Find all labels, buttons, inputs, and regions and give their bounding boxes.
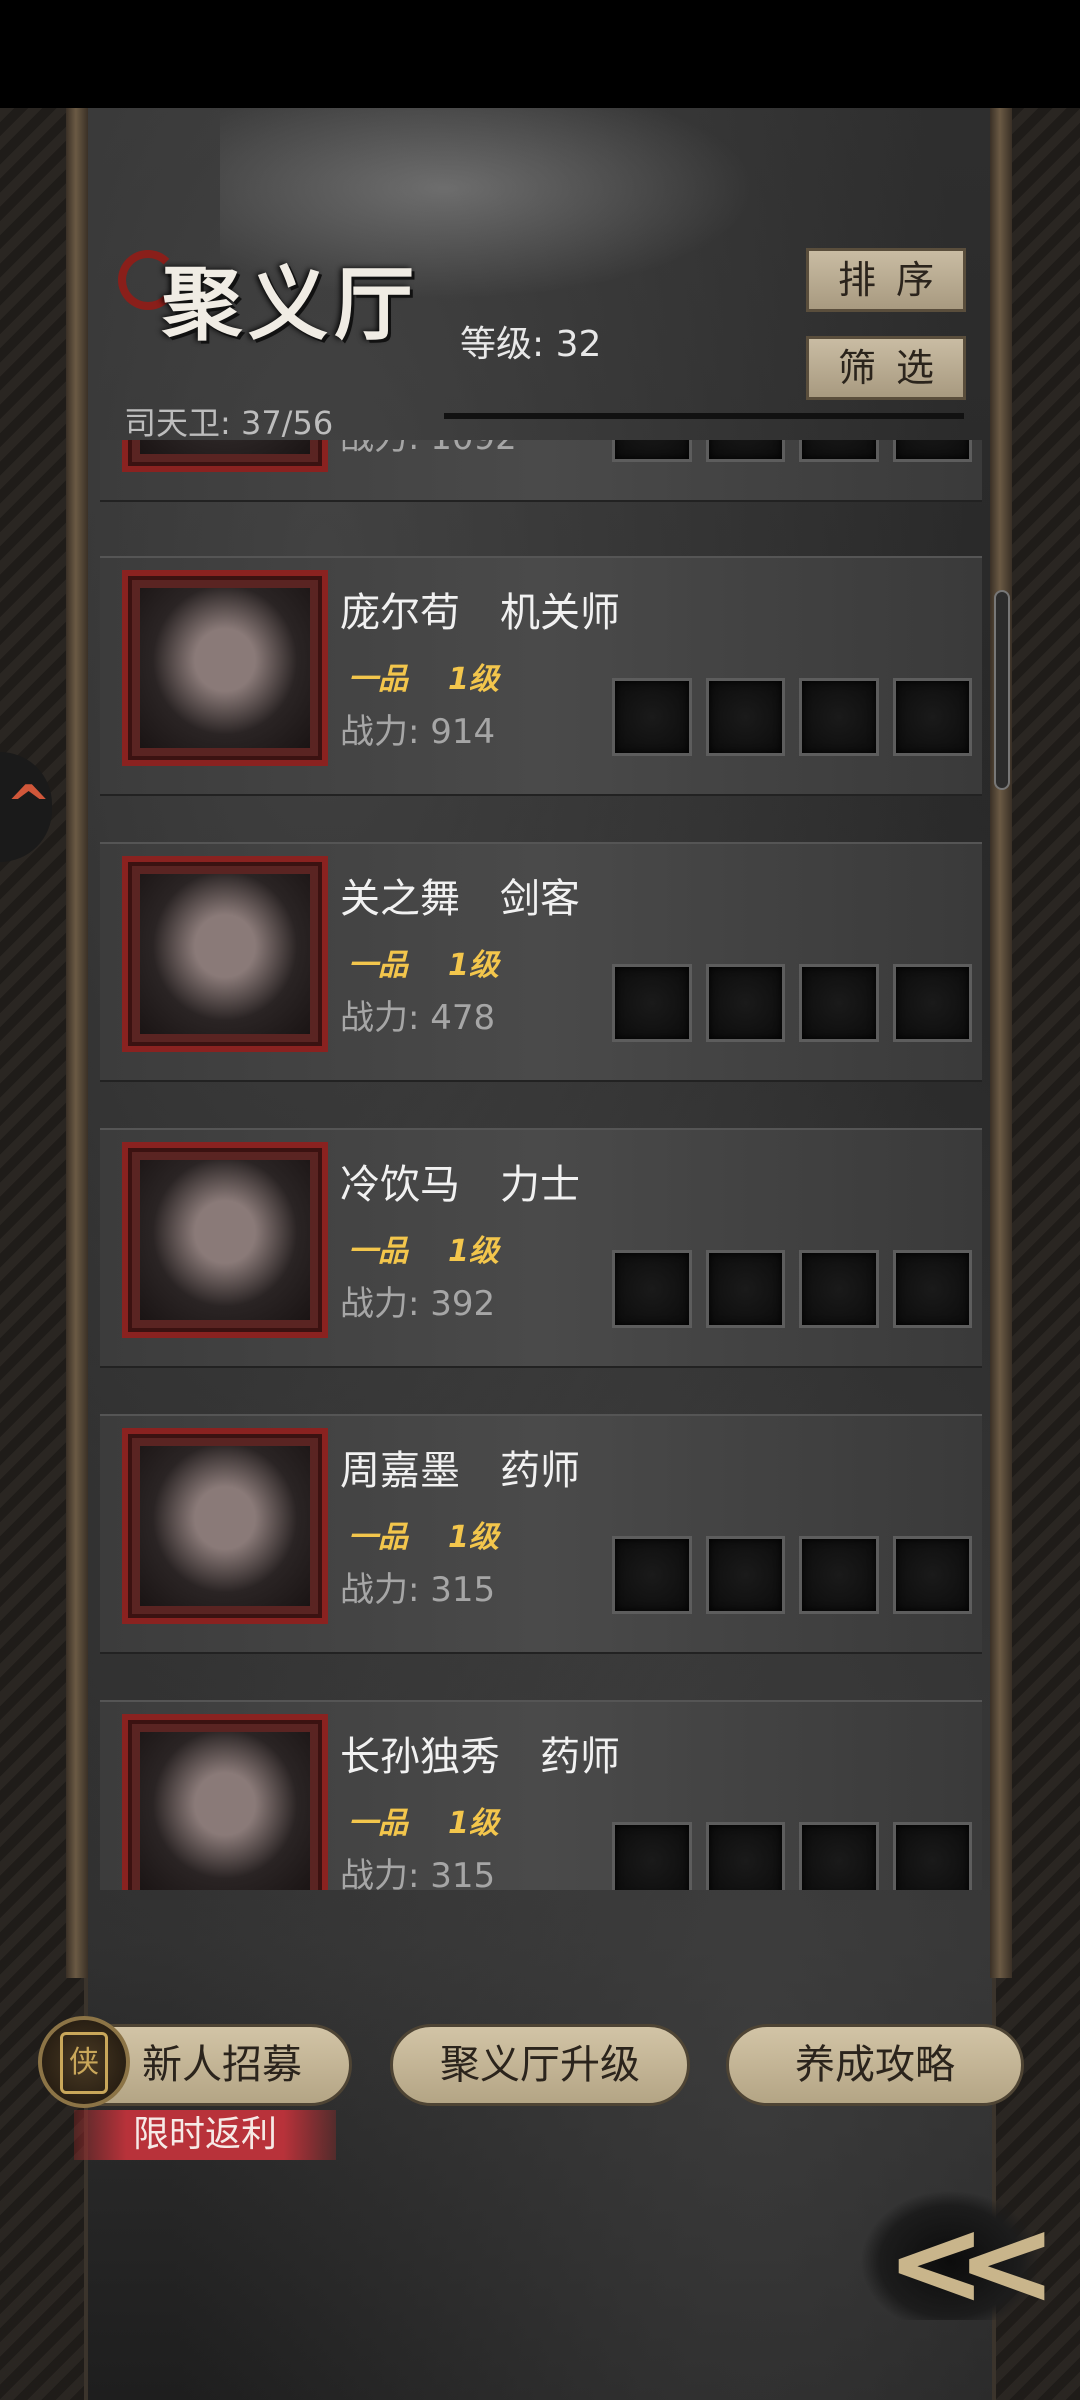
equipment-slots bbox=[612, 1822, 972, 1890]
promo-tag[interactable]: 限时返利 bbox=[74, 2110, 336, 2160]
hero-name: 关之舞 剑客 bbox=[340, 876, 580, 922]
hero-grade: 一品 bbox=[348, 662, 408, 697]
hero-portrait bbox=[122, 1714, 328, 1890]
hero-grade: 一品 bbox=[348, 1234, 408, 1269]
hero-card[interactable]: 关之舞 剑客 一品 1级 战力: 478 bbox=[100, 842, 982, 1082]
hero-portrait bbox=[122, 440, 328, 472]
equipment-slot[interactable] bbox=[892, 440, 972, 462]
hero-power: 战力: 392 bbox=[340, 1284, 496, 1324]
hero-grade: 一品 bbox=[348, 1520, 408, 1555]
equipment-slot[interactable] bbox=[799, 964, 879, 1042]
hero-power: 战力: 478 bbox=[340, 998, 496, 1038]
equipment-slot[interactable] bbox=[799, 678, 879, 756]
hero-grade: 一品 bbox=[348, 948, 408, 983]
hero-card[interactable]: 庞尔苟 机关师 一品 1级 战力: 914 bbox=[100, 556, 982, 796]
equipment-slots bbox=[612, 678, 972, 758]
hero-portrait bbox=[122, 1142, 328, 1338]
equipment-slot[interactable] bbox=[612, 440, 692, 462]
equipment-slot[interactable] bbox=[892, 678, 972, 756]
hall-level: 等级: 32 bbox=[460, 324, 602, 365]
hall-upgrade-button[interactable]: 聚义厅升级 bbox=[390, 2024, 690, 2106]
equipment-slot[interactable] bbox=[705, 1536, 785, 1614]
hero-grade: 一品 bbox=[348, 1806, 408, 1841]
equipment-slots bbox=[612, 1536, 972, 1616]
hero-power: 战力: 914 bbox=[340, 712, 496, 752]
equipment-slot[interactable] bbox=[799, 1822, 879, 1890]
filter-button[interactable]: 筛选 bbox=[806, 336, 966, 400]
equipment-slot[interactable] bbox=[892, 964, 972, 1042]
equipment-slots bbox=[612, 1250, 972, 1330]
recruit-badge-icon[interactable]: 侠 bbox=[38, 2016, 130, 2108]
hero-list[interactable]: 战力: 1092 庞尔苟 机关师 一品 1级 战力: 914 关之舞 剑客 一品… bbox=[100, 440, 990, 1890]
hero-name: 冷饮马 力士 bbox=[340, 1162, 580, 1208]
hero-portrait bbox=[122, 1428, 328, 1624]
hero-level: 1级 bbox=[448, 948, 499, 983]
hero-card[interactable]: 长孙独秀 药师 一品 1级 战力: 315 bbox=[100, 1700, 982, 1890]
hero-name: 庞尔苟 机关师 bbox=[340, 590, 620, 636]
equipment-slot[interactable] bbox=[799, 1536, 879, 1614]
equipment-slot[interactable] bbox=[705, 678, 785, 756]
chevron-up-icon: ^ bbox=[6, 774, 52, 837]
hero-power: 战力: 1092 bbox=[340, 440, 517, 459]
hero-card[interactable]: 战力: 1092 bbox=[100, 440, 982, 502]
equipment-slot[interactable] bbox=[612, 964, 692, 1042]
hero-card[interactable]: 周嘉墨 药师 一品 1级 战力: 315 bbox=[100, 1414, 982, 1654]
hero-level: 1级 bbox=[448, 662, 499, 697]
hero-name: 长孙独秀 药师 bbox=[340, 1734, 620, 1780]
equipment-slots bbox=[612, 964, 972, 1044]
equipment-slot[interactable] bbox=[705, 1250, 785, 1328]
hero-level: 1级 bbox=[448, 1234, 499, 1269]
equipment-slot[interactable] bbox=[705, 964, 785, 1042]
right-pillar bbox=[990, 108, 1012, 1978]
growth-guide-button[interactable]: 养成攻略 bbox=[726, 2024, 1024, 2106]
left-pillar bbox=[66, 108, 88, 1978]
hall-header: 聚义厅 等级: 32 司天卫: 37/56 排序 筛选 bbox=[100, 230, 980, 450]
equipment-slot[interactable] bbox=[799, 1250, 879, 1328]
back-button[interactable]: << bbox=[860, 2190, 1057, 2333]
hero-level: 1级 bbox=[448, 1520, 499, 1555]
header-divider bbox=[444, 413, 964, 419]
equipment-slot[interactable] bbox=[799, 440, 879, 462]
hero-card[interactable]: 冷饮马 力士 一品 1级 战力: 392 bbox=[100, 1128, 982, 1368]
equipment-slot[interactable] bbox=[892, 1250, 972, 1328]
status-bar bbox=[0, 0, 1080, 108]
equipment-slot[interactable] bbox=[612, 1250, 692, 1328]
equipment-slot[interactable] bbox=[892, 1822, 972, 1890]
equipment-slot[interactable] bbox=[612, 1822, 692, 1890]
scrollbar[interactable] bbox=[994, 590, 1010, 790]
equipment-slot[interactable] bbox=[705, 1822, 785, 1890]
hero-portrait bbox=[122, 856, 328, 1052]
guard-count: 司天卫: 37/56 bbox=[124, 404, 334, 442]
double-chevron-left-icon: << bbox=[886, 2194, 1057, 2333]
page-title: 聚义厅 bbox=[162, 257, 420, 351]
hero-portrait bbox=[122, 570, 328, 766]
equipment-slots bbox=[612, 440, 972, 464]
equipment-slot[interactable] bbox=[705, 440, 785, 462]
hero-level: 1级 bbox=[448, 1806, 499, 1841]
hero-name: 周嘉墨 药师 bbox=[340, 1448, 580, 1494]
sort-button[interactable]: 排序 bbox=[806, 248, 966, 312]
hero-power: 战力: 315 bbox=[340, 1856, 496, 1890]
equipment-slot[interactable] bbox=[612, 1536, 692, 1614]
equipment-slot[interactable] bbox=[612, 678, 692, 756]
hero-power: 战力: 315 bbox=[340, 1570, 496, 1610]
equipment-slot[interactable] bbox=[892, 1536, 972, 1614]
